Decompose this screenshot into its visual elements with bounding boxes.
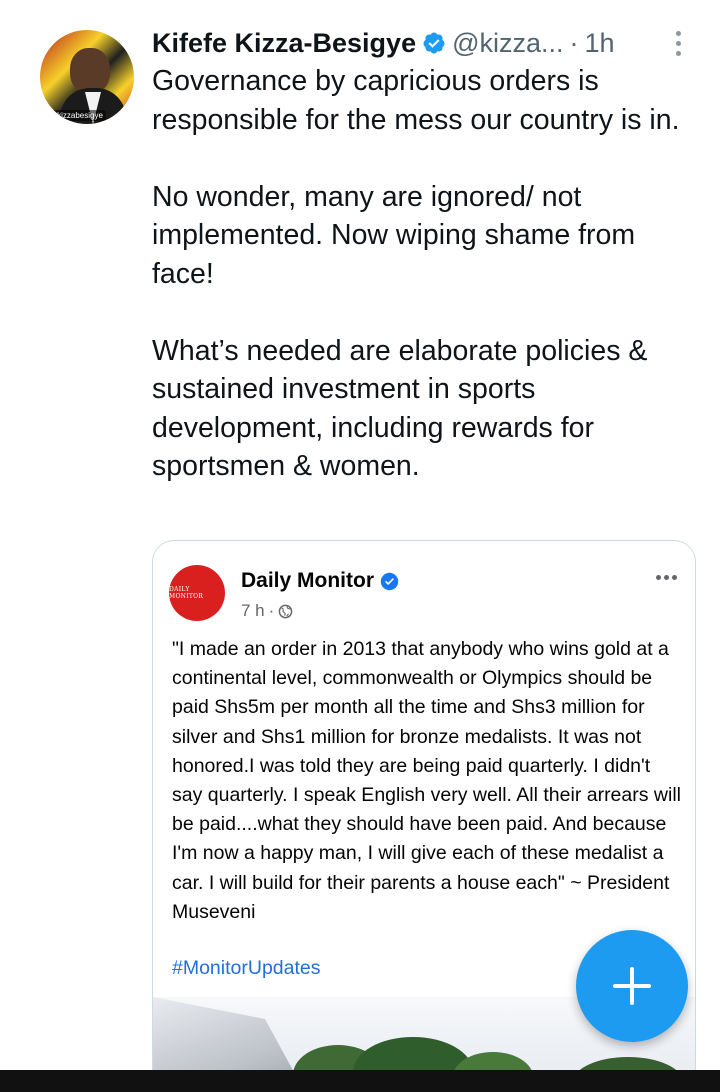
page-name-row: Daily Monitor [241,569,405,593]
avatar-tag: @kizzabesigye [46,110,106,121]
verified-badge-icon [423,32,445,54]
tweet-timestamp[interactable]: 1h [585,28,615,59]
author-name[interactable]: Kifefe Kizza-Besigye [152,28,416,59]
compose-tweet-button[interactable] [576,930,688,1042]
tweet-text: Governance by capricious orders is respo… [152,62,692,486]
author-handle[interactable]: @kizza... [452,28,563,59]
tweet-header: Kifefe Kizza-Besigye @kizza... · 1h [152,26,615,60]
plus-icon [613,967,651,1005]
hashtag-link[interactable]: #MonitorUpdates [172,957,321,980]
author-avatar[interactable]: @kizzabesigye [40,30,134,124]
daily-monitor-logo[interactable]: DAILY MONITOR [169,565,225,621]
horizontal-ellipsis-icon[interactable] [656,575,677,580]
post-time[interactable]: 7 h [241,601,265,621]
verified-badge-icon [380,572,399,590]
separator-dot: · [268,601,275,620]
logo-text: DAILY MONITOR [169,586,204,600]
system-navigation-bar [0,1070,720,1092]
separator-dot: · [569,27,579,58]
post-meta: 7 h · [241,601,293,621]
tweet[interactable]: @kizzabesigye Kifefe Kizza-Besigye @kizz… [0,0,720,1092]
globe-icon [278,604,293,618]
post-text: "I made an order in 2013 that anybody wh… [172,638,681,923]
tweet-paragraph: What’s needed are elaborate policies & s… [152,334,648,483]
page-name[interactable]: Daily Monitor [241,569,374,593]
vertical-ellipsis-icon[interactable] [668,26,688,60]
tweet-paragraph: Governance by capricious orders is respo… [152,65,680,136]
tweet-paragraph: No wonder, many are ignored/ not impleme… [152,180,636,290]
